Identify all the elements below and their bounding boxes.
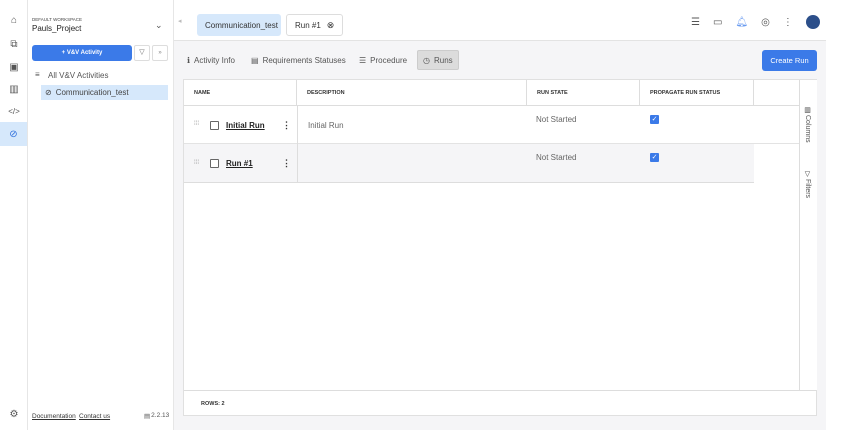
- subtab-label: Activity Info: [194, 55, 235, 65]
- check-circle-icon[interactable]: ◎: [761, 17, 770, 28]
- columns-label: Columns: [804, 115, 811, 143]
- documentation-link[interactable]: Documentation: [32, 413, 76, 420]
- subtab-label: Requirements Statuses: [262, 55, 346, 65]
- filters-toggle[interactable]: ▽ Filters: [804, 170, 811, 198]
- tab-label: Run #1: [295, 20, 321, 30]
- columns-toggle[interactable]: ▥ Columns: [804, 106, 811, 143]
- collapse-button[interactable]: »: [152, 45, 168, 61]
- main-area: ◂ Communication_test Run #1 ⊗ ☰ ▭ 🔔︎ ◎ ⋮ …: [174, 0, 841, 430]
- run-state: Not Started: [536, 115, 577, 124]
- row-count: ROWS: 2: [184, 390, 816, 416]
- table-row[interactable]: ⁞⁞⁞ Run #1 ⋮ Not Started ✓: [184, 144, 754, 183]
- filters-label: Filters: [804, 179, 811, 199]
- add-activity-button[interactable]: + V&V Activity: [32, 45, 132, 61]
- more-icon[interactable]: ⋮: [282, 120, 291, 131]
- side-panel: ▥ Columns ▽ Filters: [799, 80, 817, 390]
- propagate-checkbox[interactable]: ✓: [650, 115, 659, 124]
- row-checkbox[interactable]: [210, 121, 219, 130]
- drag-handle-icon[interactable]: ⁞⁞⁞: [194, 121, 199, 127]
- collapse-left-icon[interactable]: ◂: [178, 17, 182, 25]
- close-icon[interactable]: ⊗: [327, 20, 335, 31]
- chat-icon[interactable]: ▭: [713, 17, 722, 28]
- clipboard-icon[interactable]: ▣: [4, 58, 24, 76]
- activity-label: Communication_test: [55, 88, 129, 97]
- column-header-name[interactable]: NAME: [184, 80, 297, 106]
- propagate-checkbox[interactable]: ✓: [650, 153, 659, 162]
- checklist-icon[interactable]: ☰: [691, 17, 700, 28]
- run-name-link[interactable]: Initial Run: [226, 121, 265, 130]
- timer-icon: ◷: [423, 55, 430, 65]
- workspace-label: DEFAULT WORKSPACE: [32, 17, 83, 22]
- info-icon: ℹ: [187, 55, 191, 65]
- chart-icon[interactable]: ▥: [4, 80, 24, 98]
- workspace-name[interactable]: Pauls_Project: [32, 24, 81, 33]
- column-header-description[interactable]: DESCRIPTION: [297, 80, 526, 106]
- table-row[interactable]: ⁞⁞⁞ Initial Run ⋮ Initial Run Not Starte…: [184, 106, 799, 144]
- subtab-label: Runs: [433, 55, 453, 65]
- icon-rail: ⌂ ⧉ ▣ ▥ </> ⊘ ⚙: [0, 0, 28, 430]
- top-bar: ◂ Communication_test Run #1 ⊗ ☰ ▭ 🔔︎ ◎ ⋮: [174, 0, 826, 41]
- home-icon[interactable]: ⌂: [4, 11, 24, 29]
- run-name-link[interactable]: Run #1: [226, 159, 253, 168]
- link-icon: ⊘: [45, 88, 52, 97]
- run-description: Initial Run: [308, 121, 344, 130]
- all-activities-item[interactable]: All V&V Activities: [48, 71, 108, 80]
- activities-panel: DEFAULT WORKSPACE Pauls_Project ⌄ + V&V …: [28, 0, 174, 430]
- hierarchy-icon[interactable]: ⧉: [4, 35, 24, 53]
- create-run-button[interactable]: Create Run: [762, 50, 817, 71]
- version: ▤ 2.2.13: [144, 412, 169, 420]
- run-state: Not Started: [536, 153, 577, 162]
- gear-icon[interactable]: ⚙: [4, 405, 24, 423]
- activity-item-selected[interactable]: ⊘ Communication_test: [41, 85, 168, 100]
- more-icon[interactable]: ⋮: [282, 158, 291, 169]
- contact-link[interactable]: Contact us: [79, 413, 110, 420]
- runs-table: NAME DESCRIPTION RUN STATE PROPAGATE RUN…: [183, 79, 817, 416]
- subtab-requirements-statuses[interactable]: ▤ Requirements Statuses: [246, 50, 351, 70]
- avatar[interactable]: [805, 15, 820, 29]
- file-icon: ▤: [144, 413, 151, 420]
- document-icon: ▤: [251, 55, 259, 65]
- link-icon[interactable]: ⊘: [0, 122, 27, 146]
- filter-button[interactable]: ▽: [134, 45, 150, 61]
- subtab-activity-info[interactable]: ℹ Activity Info: [182, 50, 240, 70]
- version-text: 2.2.13: [151, 412, 170, 419]
- columns-icon: ▥: [804, 107, 811, 114]
- drag-handle-icon[interactable]: ⁞⁞⁞: [194, 160, 199, 166]
- menu-icon: ≡: [35, 70, 40, 79]
- subtab-procedure[interactable]: ☰ Procedure: [354, 50, 412, 70]
- column-header-propagate[interactable]: PROPAGATE RUN STATUS: [639, 80, 754, 106]
- row-checkbox[interactable]: [210, 159, 219, 168]
- list-icon: ☰: [359, 55, 367, 65]
- subtab-label: Procedure: [370, 55, 408, 65]
- filter-icon: ▽: [804, 171, 811, 178]
- tab-run-1[interactable]: Run #1 ⊗: [286, 14, 344, 36]
- bell-icon[interactable]: 🔔︎: [735, 17, 748, 28]
- tab-communication-test[interactable]: Communication_test: [197, 14, 281, 36]
- code-icon[interactable]: </>: [4, 102, 24, 120]
- column-header-run-state[interactable]: RUN STATE: [526, 80, 639, 106]
- header-filler: [754, 80, 799, 106]
- subtab-runs[interactable]: ◷ Runs: [417, 50, 459, 70]
- more-icon[interactable]: ⋮: [783, 17, 793, 28]
- chevron-down-icon[interactable]: ⌄: [155, 20, 163, 31]
